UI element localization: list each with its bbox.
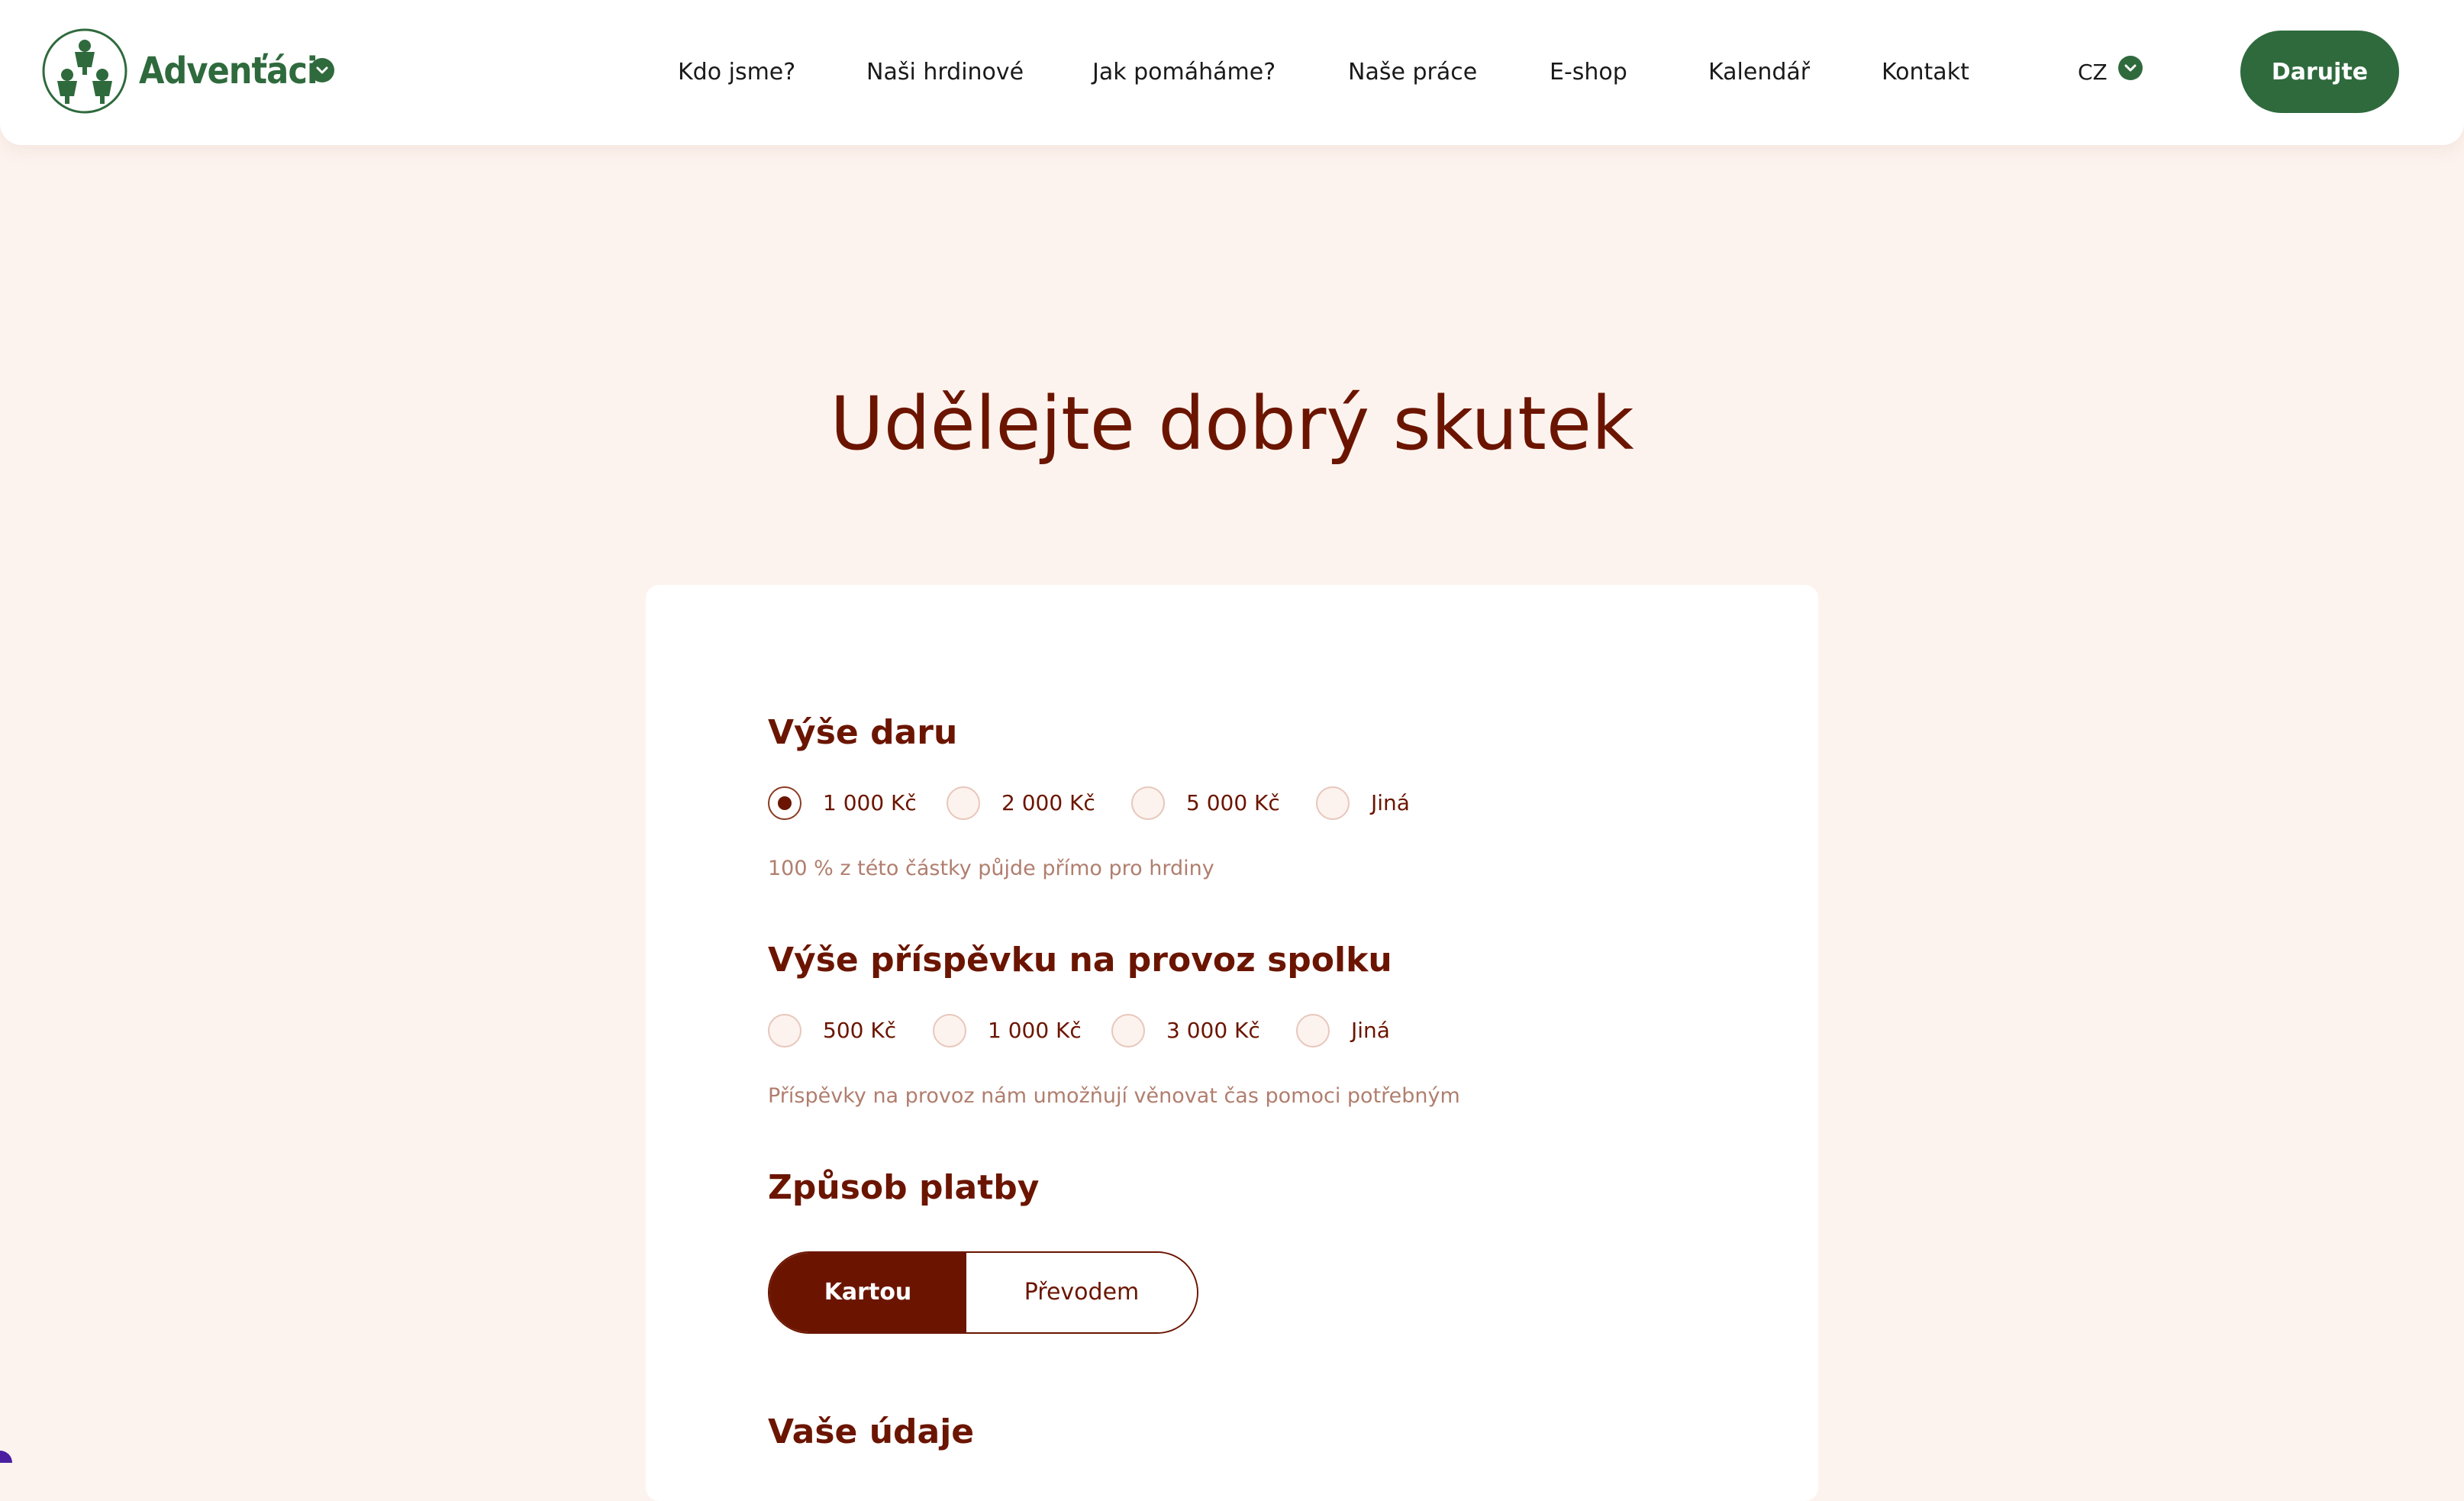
page-title: Udělejte dobrý skutek	[830, 381, 1634, 466]
radio-circle[interactable]	[1131, 786, 1165, 820]
your-details-title: Vaše údaje	[768, 1412, 975, 1451]
radio-circle[interactable]	[1296, 1014, 1330, 1047]
nav-item-kalendar[interactable]: Kalendář	[1708, 46, 1810, 99]
nav-item-jak-pomahame[interactable]: Jak pomáháme?	[1092, 46, 1276, 99]
nav-item-nase-prace[interactable]: Naše práce	[1348, 46, 1477, 99]
payment-option-card[interactable]: Kartou	[769, 1253, 966, 1332]
language-label: CZ	[2078, 60, 2108, 85]
chevron-down-icon[interactable]	[310, 58, 334, 82]
site-header: Advenťáci Kdo jsme? Naši hrdinové Jak po…	[0, 0, 2464, 145]
logo-icon[interactable]	[41, 27, 128, 115]
radio-circle[interactable]	[768, 786, 801, 820]
radio-circle[interactable]	[1316, 786, 1350, 820]
radio-circle[interactable]	[947, 786, 980, 820]
payment-option-transfer[interactable]: Převodem	[966, 1253, 1197, 1332]
payment-method-toggle: Kartou Převodem	[768, 1251, 1198, 1334]
radio-circle[interactable]	[1111, 1014, 1145, 1047]
contribution-option-label: 500 Kč	[823, 1018, 897, 1043]
donation-option-label: 5 000 Kč	[1186, 790, 1280, 815]
radio-dot	[778, 796, 792, 810]
chevron-down-icon[interactable]	[2118, 56, 2143, 80]
nav-item-nasi-hrdinove[interactable]: Naši hrdinové	[866, 46, 1024, 99]
donation-option-label: 1 000 Kč	[823, 790, 917, 815]
contribution-hint: Příspěvky na provoz nám umožňují věnovat…	[768, 1084, 1460, 1108]
donation-option-label: 2 000 Kč	[1001, 790, 1095, 815]
contribution-title: Výše příspěvku na provoz spolku	[768, 941, 1392, 980]
language-selector[interactable]: CZ	[2078, 46, 2108, 99]
donation-hint: 100 % z této částky půjde přímo pro hrdi…	[768, 857, 1214, 880]
radio-circle[interactable]	[768, 1014, 801, 1047]
payment-method-title: Způsob platby	[768, 1168, 1040, 1207]
contribution-option-label: 1 000 Kč	[988, 1018, 1082, 1043]
brand-name[interactable]: Advenťáci	[139, 44, 318, 98]
nav-item-e-shop[interactable]: E-shop	[1550, 46, 1627, 99]
contribution-option-label: 3 000 Kč	[1166, 1018, 1260, 1043]
contribution-option-label: Jiná	[1351, 1018, 1390, 1043]
donation-form-card: Výše daru 1 000 Kč 2 000 Kč 5 000 Kč Jin…	[646, 585, 1818, 1501]
nav-item-kdo-jsme[interactable]: Kdo jsme?	[678, 46, 795, 99]
radio-circle[interactable]	[933, 1014, 966, 1047]
donate-button[interactable]: Darujte	[2240, 31, 2399, 113]
donation-option-label: Jiná	[1371, 790, 1410, 815]
corner-accent	[0, 1451, 12, 1463]
nav-item-kontakt[interactable]: Kontakt	[1882, 46, 1969, 99]
donation-amount-title: Výše daru	[768, 713, 958, 752]
